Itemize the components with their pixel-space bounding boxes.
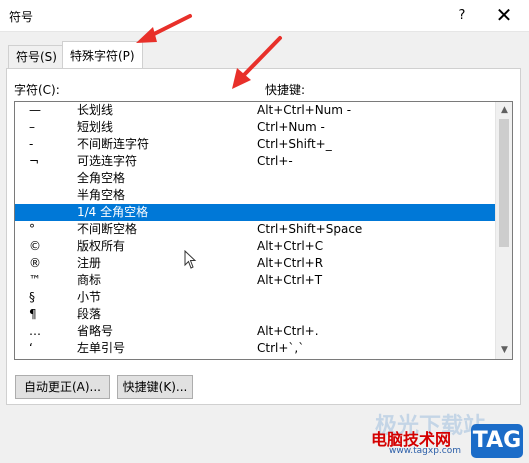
scroll-up-arrow-icon[interactable]: ▲: [496, 102, 512, 119]
list-item-name: 长划线: [77, 103, 114, 117]
list-item-name: 不间断连字符: [77, 137, 150, 151]
list-item-name: 可选连字符: [77, 154, 138, 168]
list-item-name: 版权所有: [77, 239, 126, 253]
list-item[interactable]: 半角空格: [15, 187, 512, 204]
autocorrect-button[interactable]: 自动更正(A)...: [15, 375, 110, 399]
list-item-name: 半角空格: [77, 188, 126, 202]
window-title: 符号: [9, 10, 34, 24]
shortcut-key-button[interactable]: 快捷键(K)...: [117, 375, 193, 399]
list-item-shortcut: Alt+Ctrl+R: [257, 256, 324, 270]
list-item-name: 短划线: [77, 120, 114, 134]
mouse-pointer-icon: [184, 250, 197, 269]
list-item[interactable]: © 版权所有 Alt+Ctrl+C: [15, 238, 512, 255]
list-item[interactable]: — 长划线 Alt+Ctrl+Num -: [15, 102, 512, 119]
list-item-shortcut: Alt+Ctrl+C: [257, 239, 324, 253]
character-list[interactable]: — 长划线 Alt+Ctrl+Num - – 短划线 Ctrl+Num - - 不间断连字符 C…: [14, 101, 513, 360]
list-item-symbol: ¬: [29, 154, 40, 168]
list-item-name: 不间断空格: [77, 222, 138, 236]
list-item-shortcut: Alt+Ctrl+.: [257, 324, 319, 338]
title-bar: 符号 ? ✕: [0, 0, 529, 32]
list-item-name: 全角空格: [77, 171, 126, 185]
list-item[interactable]: ¬ 可选连字符 Ctrl+-: [15, 153, 512, 170]
watermark-url: www.tagxp.com: [389, 446, 461, 456]
list-item-symbol: ‘: [29, 341, 33, 355]
list-item-symbol: §: [29, 290, 35, 304]
list-item-name: 注册: [77, 256, 102, 270]
list-item[interactable]: ® 注册 Alt+Ctrl+R: [15, 255, 512, 272]
list-item-symbol: ®: [29, 256, 41, 270]
list-item-symbol: ™: [29, 273, 41, 287]
scroll-thumb[interactable]: [499, 119, 509, 247]
character-rows: — 长划线 Alt+Ctrl+Num - – 短划线 Ctrl+Num - - 不间断连字符 C…: [15, 102, 512, 357]
list-item[interactable]: ° 不间断空格 Ctrl+Shift+Space: [15, 221, 512, 238]
list-item[interactable]: ‘ 左单引号 Ctrl+`,`: [15, 340, 512, 357]
watermark-logo: 极光下载站 电脑技术网 www.tagxp.com TAG: [365, 408, 529, 463]
watermark-tag-badge: TAG: [471, 424, 523, 458]
list-item-shortcut: Ctrl+Shift+Space: [257, 222, 363, 236]
list-item-shortcut: Ctrl+Num -: [257, 120, 325, 134]
scroll-down-arrow-icon[interactable]: ▼: [496, 342, 512, 359]
list-item-symbol: …: [29, 324, 41, 338]
tab-special-characters[interactable]: 特殊字符(P): [62, 41, 143, 70]
list-item[interactable]: § 小节: [15, 289, 512, 306]
character-column-label: 字符(C):: [14, 83, 60, 97]
special-characters-panel: 字符(C): 快捷键: — 长划线 Alt+Ctrl+Num - – 短划线 Ctrl+N…: [6, 68, 521, 405]
list-item-symbol: -: [29, 137, 34, 151]
shortcut-column-label: 快捷键:: [265, 83, 306, 97]
list-item-shortcut: Ctrl+-: [257, 154, 293, 168]
list-item-symbol: —: [29, 103, 41, 117]
vertical-scrollbar[interactable]: ▲ ▼: [495, 102, 512, 359]
list-item-name: 省略号: [77, 324, 114, 338]
list-item-name: 1/4 全角空格: [77, 205, 149, 219]
list-item-symbol: °: [29, 222, 35, 236]
tab-symbols[interactable]: 符号(S): [8, 45, 65, 69]
list-item-name: 小节: [77, 290, 102, 304]
list-item-symbol: –: [29, 120, 35, 134]
list-item[interactable]: ¶ 段落: [15, 306, 512, 323]
close-button[interactable]: ✕: [484, 0, 524, 32]
list-item[interactable]: 全角空格: [15, 170, 512, 187]
list-item-symbol: ¶: [29, 307, 37, 321]
list-item-name: 商标: [77, 273, 102, 287]
list-item-name: 左单引号: [77, 341, 126, 355]
list-item-shortcut: Alt+Ctrl+Num -: [257, 103, 352, 117]
list-item-shortcut: Alt+Ctrl+T: [257, 273, 323, 287]
list-item[interactable]: … 省略号 Alt+Ctrl+.: [15, 323, 512, 340]
list-item-shortcut: Ctrl+Shift+_: [257, 137, 332, 151]
list-item[interactable]: ™ 商标 Alt+Ctrl+T: [15, 272, 512, 289]
list-item-name: 段落: [77, 307, 102, 321]
list-item[interactable]: - 不间断连字符 Ctrl+Shift+_: [15, 136, 512, 153]
help-button[interactable]: ?: [446, 0, 478, 32]
list-item-symbol: ©: [29, 239, 41, 253]
list-item[interactable]: – 短划线 Ctrl+Num -: [15, 119, 512, 136]
list-item[interactable]: 1/4 全角空格: [15, 204, 512, 221]
list-item-shortcut: Ctrl+`,`: [257, 341, 305, 355]
